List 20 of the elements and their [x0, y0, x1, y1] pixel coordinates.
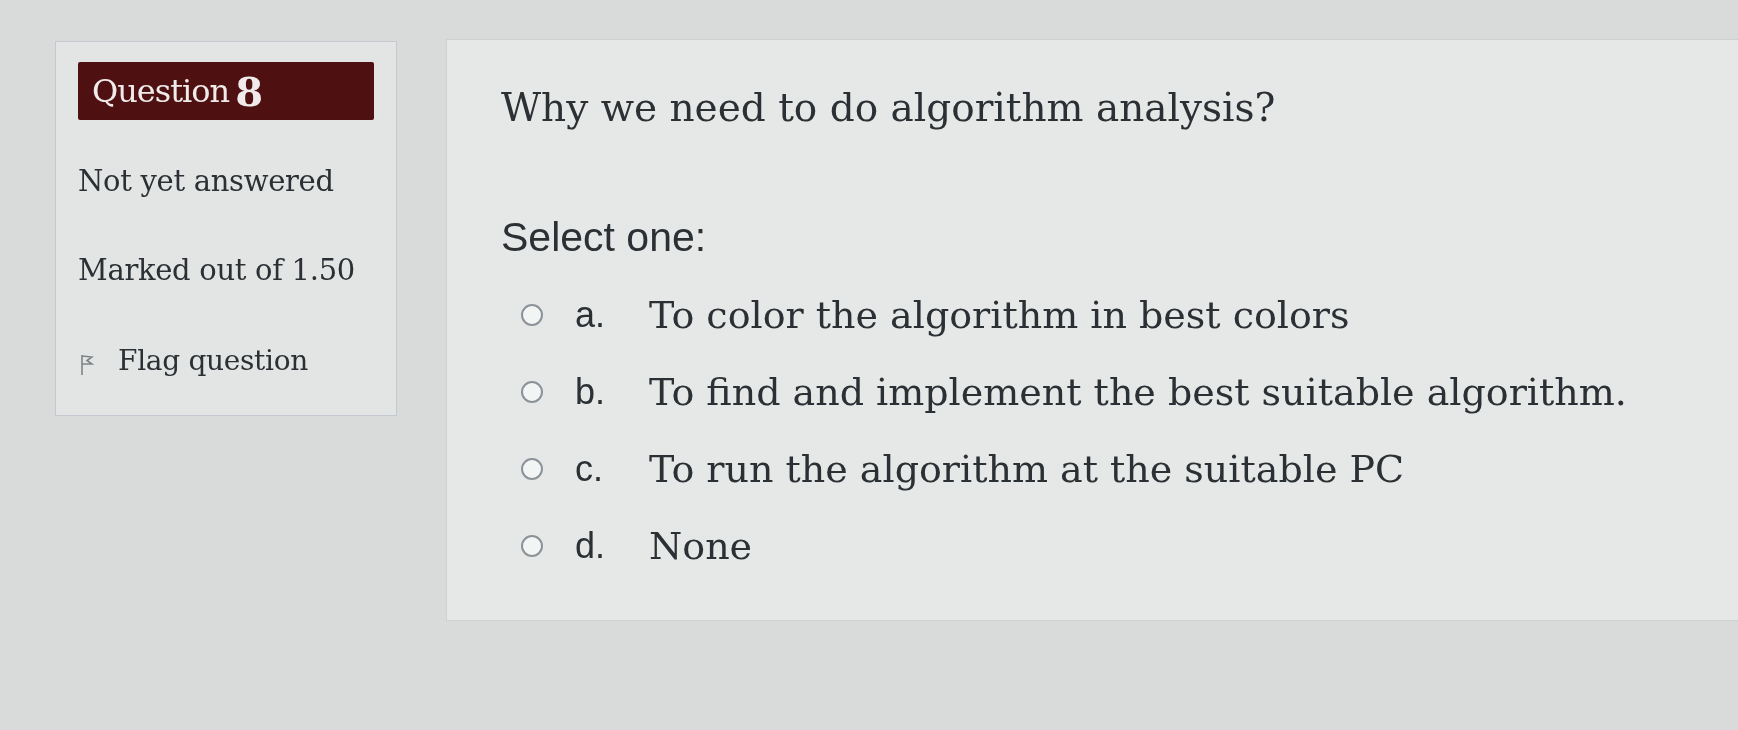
option-letter: d.: [575, 524, 607, 567]
radio-button[interactable]: [521, 457, 543, 480]
question-number: 8: [235, 67, 263, 115]
radio-button[interactable]: [521, 380, 543, 403]
option-letter: c.: [575, 447, 604, 490]
radio-button[interactable]: [521, 303, 543, 326]
question-label: Question: [92, 72, 230, 110]
question-text: Why we need to do algorithm analysis?: [501, 84, 1277, 132]
option-letter: b.: [575, 370, 607, 413]
option-letter: a.: [575, 293, 607, 336]
option-text: To find and implement the best suitable algorithm.: [649, 369, 1627, 414]
option-text: To run the algorithm at the suitable PC: [649, 446, 1405, 491]
grade-text: Marked out of 1.50: [78, 252, 356, 289]
flag-question-link[interactable]: Flag question: [118, 341, 308, 381]
option-text: None: [649, 523, 753, 568]
option-text: To color the algorithm in best colors: [649, 292, 1350, 337]
radio-button[interactable]: [521, 534, 543, 557]
select-prompt: Select one:: [501, 213, 708, 261]
answer-state: Not yet answered: [78, 163, 335, 200]
flag-icon[interactable]: [80, 354, 94, 376]
